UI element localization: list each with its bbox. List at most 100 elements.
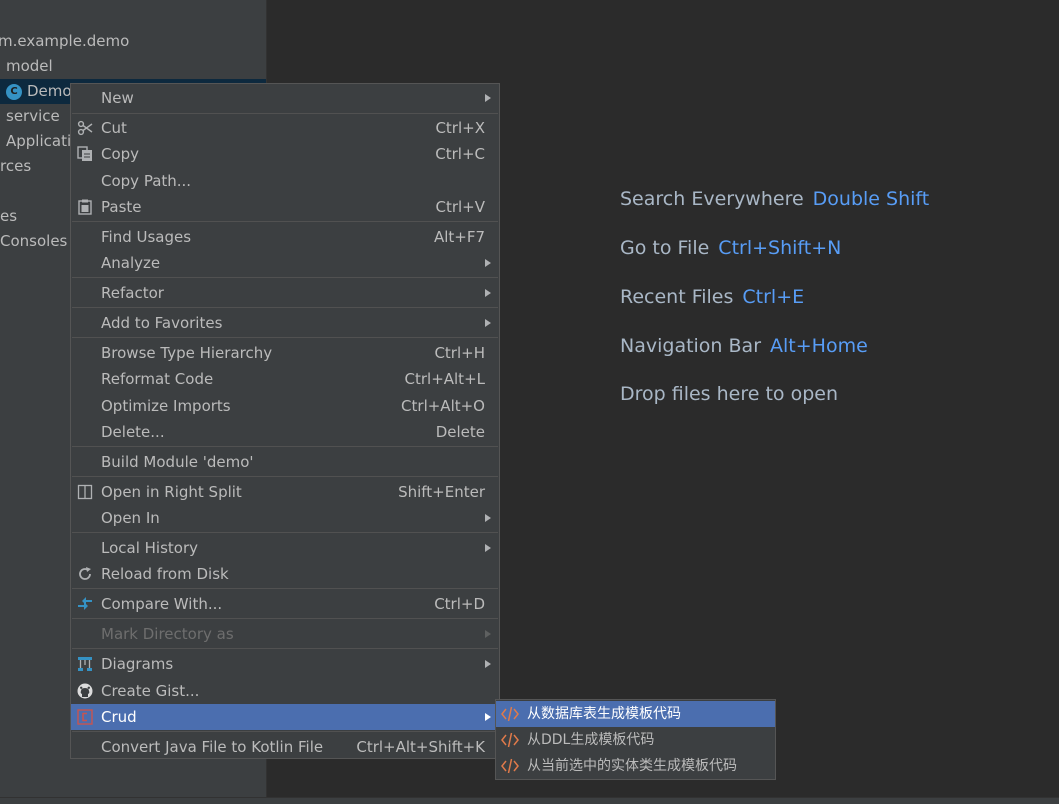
hint-navigation-bar: Navigation Bar Alt+Home — [620, 335, 868, 357]
menu-item-label: Reformat Code — [101, 370, 214, 388]
menu-item-label: Cut — [101, 119, 127, 137]
submenu-item-from-ddl[interactable]: 从DDL生成模板代码 — [496, 727, 775, 753]
menu-separator — [72, 307, 498, 308]
menu-item-shortcut: Ctrl+V — [435, 198, 485, 216]
menu-separator — [72, 113, 498, 114]
menu-item-label: Local History — [101, 539, 199, 557]
menu-item-label: Copy — [101, 145, 140, 163]
menu-item-create-gist[interactable]: Create Gist... — [71, 678, 499, 704]
code-icon — [501, 758, 519, 774]
crud-submenu: 从数据库表生成模板代码 从DDL生成模板代码 从当前选中的实体类生成模板代码 — [495, 699, 776, 780]
menu-item-label: Delete... — [101, 423, 165, 441]
menu-item-shortcut: Delete — [435, 423, 485, 441]
menu-item-label: New — [101, 89, 134, 107]
submenu-item-from-db-table[interactable]: 从数据库表生成模板代码 — [496, 701, 775, 727]
menu-item-new[interactable]: New — [71, 85, 499, 111]
menu-separator — [72, 476, 498, 477]
crud-icon — [77, 709, 93, 725]
menu-item-label: Refactor — [101, 284, 164, 302]
submenu-item-label: 从当前选中的实体类生成模板代码 — [527, 758, 737, 774]
menu-item-build-module[interactable]: Build Module 'demo' — [71, 449, 499, 475]
menu-item-label: Crud — [101, 708, 137, 726]
hint-shortcut: Double Shift — [812, 188, 930, 210]
hint-recent-files: Recent Files Ctrl+E — [620, 286, 804, 308]
hint-shortcut: Ctrl+Shift+N — [718, 237, 842, 259]
tree-item-model[interactable]: model — [6, 54, 272, 79]
hint-shortcut: Alt+Home — [770, 335, 868, 357]
menu-separator — [72, 446, 498, 447]
code-icon — [501, 706, 519, 722]
submenu-arrow-icon — [485, 660, 491, 668]
submenu-arrow-icon — [485, 713, 491, 721]
hint-label: Go to File — [620, 237, 710, 259]
menu-item-copy[interactable]: Copy Ctrl+C — [71, 141, 499, 167]
menu-item-open-in[interactable]: Open In — [71, 505, 499, 531]
submenu-arrow-icon — [485, 630, 491, 638]
menu-item-optimize-imports[interactable]: Optimize Imports Ctrl+Alt+O — [71, 393, 499, 419]
menu-item-label: Reload from Disk — [101, 565, 229, 583]
tree-item-package[interactable]: m.example.demo — [0, 29, 264, 54]
hint-label: Recent Files — [620, 286, 734, 308]
menu-item-refactor[interactable]: Refactor — [71, 280, 499, 306]
diagram-icon — [78, 657, 92, 671]
context-menu: New Cut Ctrl+X Copy Ctrl+C Copy Path... — [70, 83, 500, 759]
menu-item-reformat-code[interactable]: Reformat Code Ctrl+Alt+L — [71, 366, 499, 392]
menu-item-browse-type-hierarchy[interactable]: Browse Type Hierarchy Ctrl+H — [71, 340, 499, 366]
submenu-arrow-icon — [485, 514, 491, 522]
menu-item-label: Paste — [101, 198, 142, 216]
menu-item-crud[interactable]: Crud — [71, 704, 499, 730]
menu-item-delete[interactable]: Delete... Delete — [71, 419, 499, 445]
menu-item-label: Add to Favorites — [101, 314, 223, 332]
hint-search-everywhere: Search Everywhere Double Shift — [620, 188, 929, 210]
submenu-item-from-entity[interactable]: 从当前选中的实体类生成模板代码 — [496, 753, 775, 779]
menu-item-local-history[interactable]: Local History — [71, 535, 499, 561]
menu-item-find-usages[interactable]: Find Usages Alt+F7 — [71, 224, 499, 250]
hint-label: Drop files here to open — [620, 383, 839, 405]
menu-separator — [72, 588, 498, 589]
hint-label: Navigation Bar — [620, 335, 762, 357]
menu-item-diagrams[interactable]: Diagrams — [71, 651, 499, 677]
menu-item-shortcut: Ctrl+D — [434, 595, 485, 613]
hint-drop-files: Drop files here to open — [620, 383, 838, 405]
menu-separator — [72, 731, 498, 732]
hint-go-to-file: Go to File Ctrl+Shift+N — [620, 237, 841, 259]
menu-item-label: Build Module 'demo' — [101, 453, 254, 471]
menu-item-shortcut: Ctrl+Alt+Shift+K — [356, 738, 485, 756]
menu-item-reload-from-disk[interactable]: Reload from Disk — [71, 561, 499, 587]
menu-item-copy-path[interactable]: Copy Path... — [71, 168, 499, 194]
compare-icon — [78, 597, 92, 610]
menu-item-label: Create Gist... — [101, 682, 200, 700]
menu-item-shortcut: Alt+F7 — [433, 228, 485, 246]
menu-item-shortcut: Shift+Enter — [398, 483, 485, 501]
submenu-arrow-icon — [485, 319, 491, 327]
menu-item-label: Optimize Imports — [101, 397, 231, 415]
menu-item-convert-to-kotlin[interactable]: Convert Java File to Kotlin File Ctrl+Al… — [71, 734, 499, 760]
submenu-item-label: 从数据库表生成模板代码 — [527, 706, 681, 722]
menu-item-shortcut: Ctrl+H — [434, 344, 485, 362]
menu-item-cut[interactable]: Cut Ctrl+X — [71, 115, 499, 141]
menu-separator — [72, 618, 498, 619]
submenu-arrow-icon — [485, 544, 491, 552]
menu-item-open-in-right-split[interactable]: Open in Right Split Shift+Enter — [71, 479, 499, 505]
menu-item-add-to-favorites[interactable]: Add to Favorites — [71, 310, 499, 336]
menu-item-paste[interactable]: Paste Ctrl+V — [71, 194, 499, 220]
tree-item-label: m.example.demo — [0, 32, 130, 50]
menu-item-label: Mark Directory as — [101, 625, 234, 643]
menu-item-shortcut: Ctrl+C — [435, 145, 485, 163]
menu-item-shortcut: Ctrl+Alt+O — [401, 397, 485, 415]
submenu-arrow-icon — [485, 94, 491, 102]
tree-item-label: Demo — [27, 82, 72, 100]
reload-icon — [79, 567, 91, 580]
menu-item-shortcut: Ctrl+X — [435, 119, 485, 137]
menu-item-compare-with[interactable]: Compare With... Ctrl+D — [71, 591, 499, 617]
menu-item-analyze[interactable]: Analyze — [71, 250, 499, 276]
tree-item-label: Consoles — [0, 232, 68, 250]
menu-separator — [72, 277, 498, 278]
copy-icon — [77, 146, 92, 161]
class-icon: C — [6, 83, 22, 100]
scissors-icon — [77, 120, 93, 136]
submenu-item-label: 从DDL生成模板代码 — [527, 732, 655, 748]
menu-item-label: Analyze — [101, 254, 161, 272]
menu-separator — [72, 648, 498, 649]
menu-item-label: Copy Path... — [101, 172, 192, 190]
